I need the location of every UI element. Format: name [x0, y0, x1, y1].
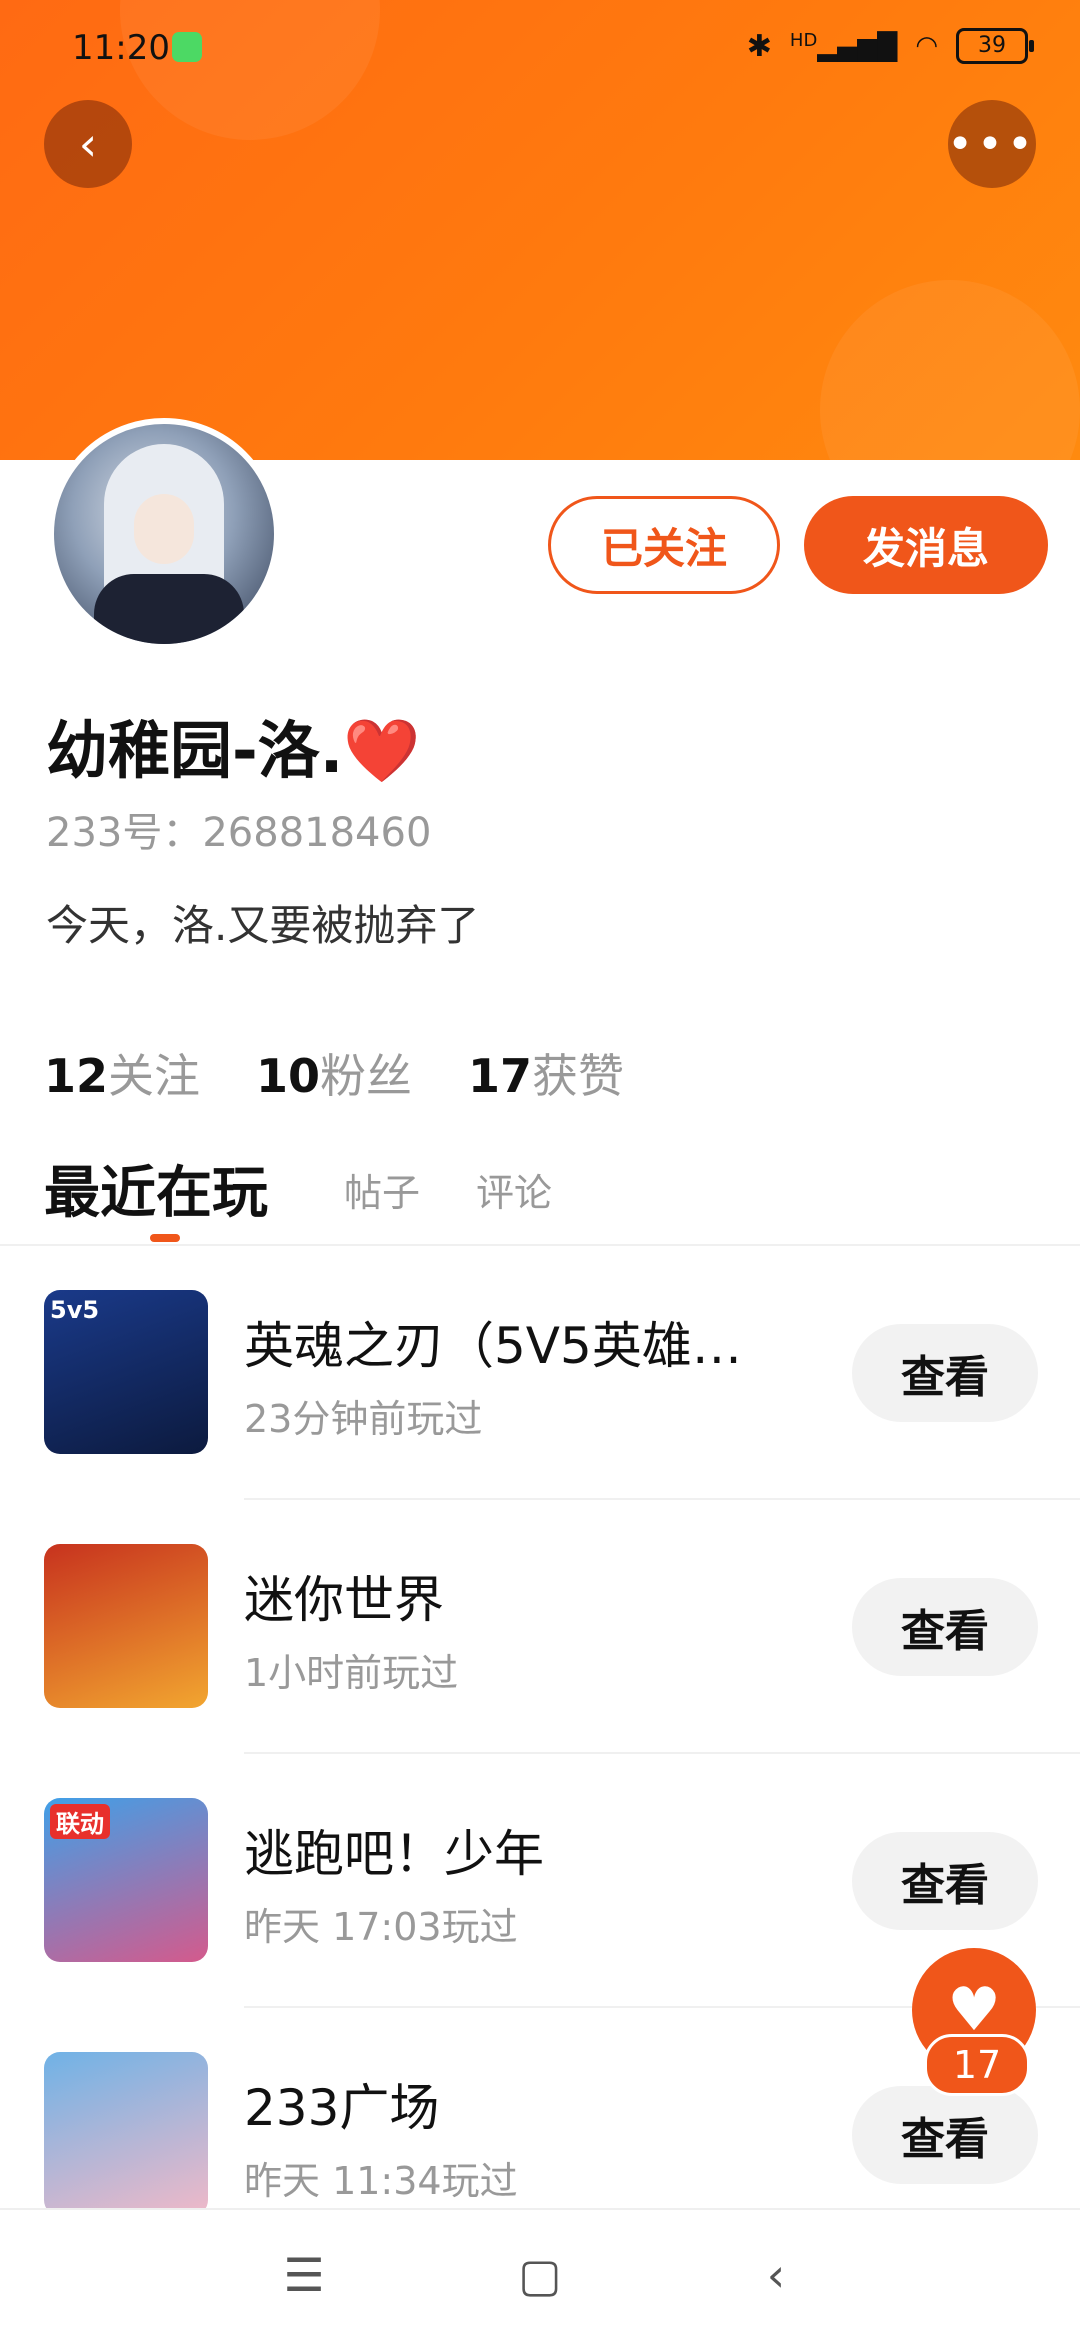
system-nav-bar: ☰ ▢ ‹ — [0, 2208, 1080, 2340]
game-played-time: 昨天 11:34玩过 — [244, 2159, 518, 2203]
list-item[interactable]: 5v5 英魂之刃（5V5英雄… 23分钟前玩过 查看 — [0, 1246, 1080, 1500]
game-title: 逃跑吧！少年 — [244, 1825, 544, 1883]
more-dots-icon: ••• — [947, 118, 1037, 170]
game-icon: 5v5 — [44, 1290, 208, 1454]
profile-stats: 12关注 10粉丝 17获赞 — [44, 1040, 624, 1106]
status-bar: 11:20 ✱ HD▂▄▆█ ◠ 39 — [0, 24, 1080, 74]
view-button[interactable]: 查看 — [852, 2086, 1038, 2184]
home-icon[interactable]: ▢ — [500, 2240, 580, 2310]
more-options-button[interactable]: ••• — [947, 100, 1037, 188]
tab-comments[interactable]: 评论 — [476, 1162, 552, 1217]
tab-posts[interactable]: 帖子 — [344, 1162, 420, 1217]
user-name: 幼稚园-洛.❤️ — [46, 714, 421, 787]
stat-likes[interactable]: 17获赞 — [468, 1040, 624, 1106]
send-message-button[interactable]: 发消息 — [804, 496, 1048, 594]
game-played-time: 1小时前玩过 — [244, 1651, 459, 1695]
stat-fans[interactable]: 10粉丝 — [256, 1040, 412, 1106]
view-button[interactable]: 查看 — [852, 1832, 1038, 1930]
tab-recent-played[interactable]: 最近在玩 — [44, 1148, 268, 1229]
menu-icon[interactable]: ☰ — [264, 2240, 344, 2310]
back-button[interactable]: ‹ — [44, 100, 132, 188]
status-time: 11:20 — [72, 28, 170, 68]
game-title: 英魂之刃（5V5英雄… — [244, 1317, 742, 1375]
game-icon: 联动 — [44, 1798, 208, 1962]
view-button[interactable]: 查看 — [852, 1324, 1038, 1422]
like-count-badge: 17 — [924, 2034, 1030, 2096]
view-button[interactable]: 查看 — [852, 1578, 1038, 1676]
signal-icon: HD▂▄▆█ — [789, 29, 898, 63]
avatar[interactable] — [48, 418, 280, 650]
heart-emoji: ❤️ — [343, 714, 421, 787]
user-bio: 今天，洛.又要被抛弃了 — [46, 901, 480, 950]
wifi-icon: ◠ — [915, 31, 938, 61]
game-icon — [44, 2052, 208, 2216]
game-icon — [44, 1544, 208, 1708]
profile-tabs: 最近在玩 帖子 评论 — [44, 1148, 1044, 1242]
profile-header-banner: 11:20 ✱ HD▂▄▆█ ◠ 39 ‹ ••• — [0, 0, 1080, 460]
game-title: 迷你世界 — [244, 1571, 444, 1629]
game-played-time: 23分钟前玩过 — [244, 1397, 483, 1441]
app-notification-icon — [172, 32, 202, 62]
bluetooth-icon: ✱ — [746, 28, 772, 64]
back-icon[interactable]: ‹ — [736, 2240, 816, 2310]
chevron-left-icon: ‹ — [78, 117, 98, 171]
list-item[interactable]: 联动 逃跑吧！少年 昨天 17:03玩过 查看 — [0, 1754, 1080, 2008]
list-item[interactable]: 迷你世界 1小时前玩过 查看 — [0, 1500, 1080, 1754]
game-played-time: 昨天 17:03玩过 — [244, 1905, 518, 1949]
game-title: 233广场 — [244, 2079, 440, 2137]
tab-indicator — [150, 1234, 180, 1242]
stat-following[interactable]: 12关注 — [44, 1040, 200, 1106]
battery-icon: 39 — [956, 28, 1034, 64]
followed-button[interactable]: 已关注 — [548, 496, 780, 594]
user-id: 233号：268818460 — [46, 810, 432, 856]
